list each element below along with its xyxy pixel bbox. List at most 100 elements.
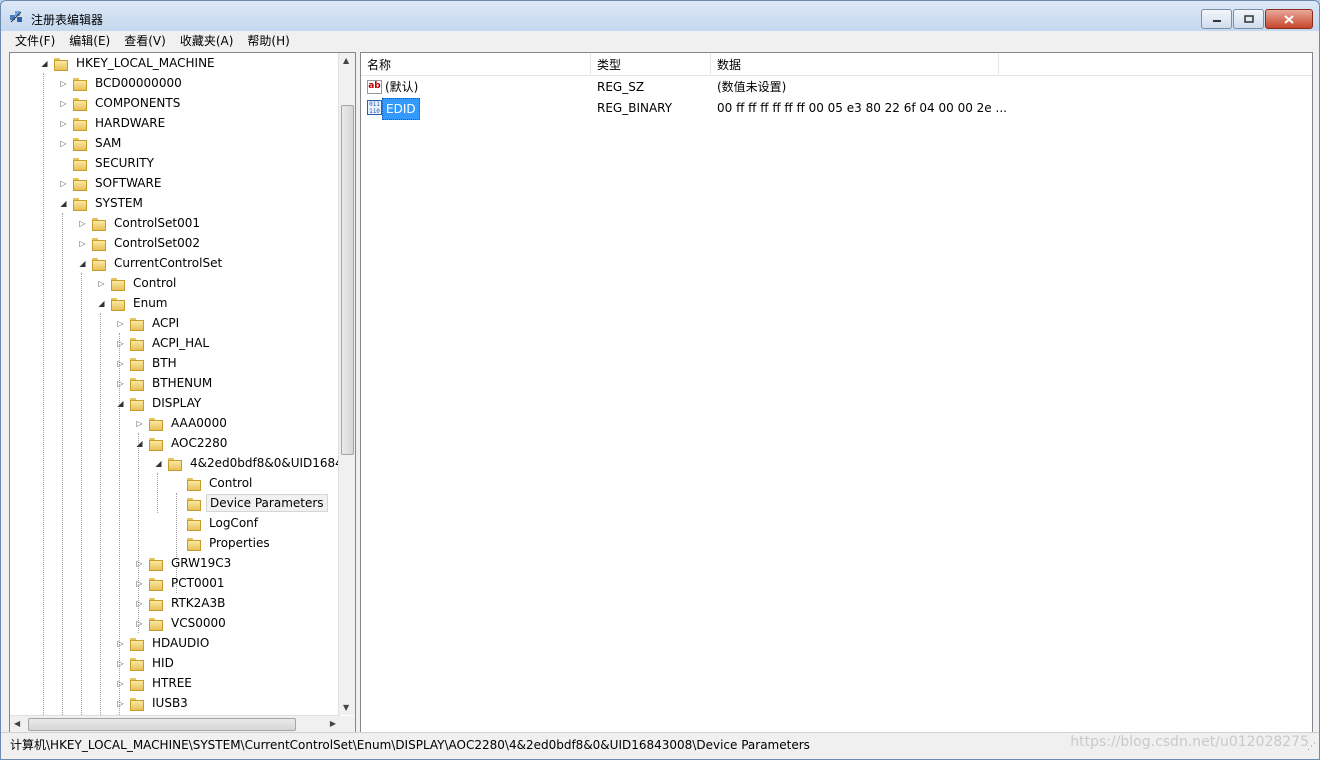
collapse-arrow-icon[interactable]: ◢ bbox=[135, 439, 144, 448]
collapse-arrow-icon[interactable]: ◢ bbox=[97, 299, 106, 308]
expand-arrow-icon[interactable]: ▷ bbox=[59, 119, 68, 128]
tree-horizontal-scrollbar[interactable]: ◀ ▶ bbox=[10, 715, 340, 732]
tree-node[interactable]: ▷ ACPI bbox=[116, 313, 182, 333]
expand-arrow-icon[interactable]: ▷ bbox=[78, 239, 87, 248]
tree-node[interactable]: ▷ VCS0000 bbox=[135, 613, 229, 633]
registry-tree-pane[interactable]: ◢ HKEY_LOCAL_MACHINE ▷ BCD00000000 ▷ COMPONEN… bbox=[9, 52, 356, 733]
collapse-arrow-icon[interactable]: ◢ bbox=[78, 259, 87, 268]
tree-node[interactable]: ▷ IUSB3 bbox=[116, 693, 191, 713]
tree-node[interactable]: ▷ HTREE bbox=[116, 673, 195, 693]
expand-arrow-icon[interactable]: ▷ bbox=[116, 659, 125, 668]
tree-node[interactable]: ▷ BCD00000000 bbox=[59, 73, 185, 93]
expand-arrow-icon[interactable]: ▷ bbox=[135, 419, 144, 428]
value-type: REG_BINARY bbox=[597, 101, 673, 115]
tree-node-label: BCD00000000 bbox=[95, 76, 182, 90]
tree-node[interactable]: ▷ RTK2A3B bbox=[135, 593, 228, 613]
tree-node[interactable]: ▷ GRW19C3 bbox=[135, 553, 234, 573]
column-header-data[interactable]: 数据 bbox=[711, 53, 999, 75]
window-title: 注册表编辑器 bbox=[31, 13, 104, 27]
tree-guide-line bbox=[100, 313, 101, 715]
close-button[interactable] bbox=[1265, 9, 1313, 29]
column-header-type[interactable]: 类型 bbox=[591, 53, 711, 75]
tree-node-label: ControlSet001 bbox=[114, 216, 200, 230]
collapse-arrow-icon[interactable]: ◢ bbox=[40, 59, 49, 68]
scroll-left-icon[interactable]: ◀ bbox=[14, 719, 20, 728]
tree-node[interactable]: LogConf bbox=[173, 513, 261, 533]
menu-view[interactable]: 查看(V) bbox=[117, 31, 173, 51]
tree-vertical-scrollbar[interactable]: ▲ ▼ bbox=[338, 53, 355, 715]
scroll-up-icon[interactable]: ▲ bbox=[343, 56, 349, 65]
expand-arrow-icon[interactable]: ▷ bbox=[59, 179, 68, 188]
expand-arrow-icon[interactable]: ▷ bbox=[59, 79, 68, 88]
folder-icon bbox=[72, 196, 87, 211]
tree-node[interactable]: Properties bbox=[173, 533, 273, 553]
menu-edit[interactable]: 编辑(E) bbox=[62, 31, 117, 51]
column-header-name[interactable]: 名称 bbox=[361, 53, 591, 75]
tree-node[interactable]: ▷ HID bbox=[116, 653, 177, 673]
expand-arrow-icon[interactable]: ▷ bbox=[116, 679, 125, 688]
folder-icon bbox=[186, 496, 201, 511]
tree-node[interactable]: SECURITY bbox=[59, 153, 157, 173]
collapse-arrow-icon[interactable]: ◢ bbox=[116, 399, 125, 408]
tree-node[interactable]: ▷ BTHENUM bbox=[116, 373, 215, 393]
menu-file[interactable]: 文件(F) bbox=[8, 31, 62, 51]
tree-node[interactable]: ▷ ControlSet001 bbox=[78, 213, 203, 233]
menu-help[interactable]: 帮助(H) bbox=[240, 31, 296, 51]
tree-node[interactable]: ▷ SAM bbox=[59, 133, 124, 153]
scroll-down-icon[interactable]: ▼ bbox=[343, 703, 349, 712]
tree-node[interactable]: Device Parameters bbox=[173, 493, 328, 513]
minimize-button[interactable] bbox=[1201, 9, 1232, 29]
collapse-arrow-icon[interactable]: ◢ bbox=[59, 199, 68, 208]
collapse-arrow-icon[interactable]: ◢ bbox=[154, 459, 163, 468]
expand-arrow-icon[interactable]: ▷ bbox=[116, 699, 125, 708]
tree-node[interactable]: ◢ SYSTEM bbox=[59, 193, 146, 213]
folder-icon bbox=[148, 596, 163, 611]
title-bar[interactable]: 注册表编辑器 bbox=[1, 1, 1319, 31]
expand-arrow-icon[interactable]: ▷ bbox=[59, 99, 68, 108]
values-list-pane[interactable]: 名称 类型 数据 ab (默认) REG_SZ (数值未设置) 011 110 … bbox=[360, 52, 1313, 733]
folder-icon bbox=[110, 296, 125, 311]
expand-arrow-icon[interactable]: ▷ bbox=[59, 139, 68, 148]
expand-arrow-icon[interactable]: ▷ bbox=[116, 379, 125, 388]
tree-horizontal-scroll-thumb[interactable] bbox=[28, 718, 296, 731]
tree-node[interactable]: ▷ BTH bbox=[116, 353, 180, 373]
tree-node[interactable]: ▷ PCT0001 bbox=[135, 573, 227, 593]
tree-node[interactable]: ▷ ControlSet002 bbox=[78, 233, 203, 253]
tree-node[interactable]: ▷ ACPI_HAL bbox=[116, 333, 212, 353]
expand-arrow-icon[interactable]: ▷ bbox=[135, 559, 144, 568]
tree-node[interactable]: ◢ HKEY_LOCAL_MACHINE bbox=[40, 53, 218, 73]
resize-grip-icon[interactable]: ⋰ bbox=[1307, 742, 1316, 752]
expand-arrow-icon[interactable]: ▷ bbox=[116, 639, 125, 648]
expand-arrow-icon[interactable]: ▷ bbox=[135, 619, 144, 628]
tree-node-label: ACPI bbox=[152, 316, 180, 330]
tree-node[interactable]: ◢ 4&2ed0bdf8&0&UID1684 bbox=[154, 453, 340, 473]
tree-node-label: CurrentControlSet bbox=[114, 256, 223, 270]
tree-node[interactable]: Control bbox=[173, 473, 255, 493]
folder-icon bbox=[129, 336, 144, 351]
tree-node[interactable]: ◢ CurrentControlSet bbox=[78, 253, 225, 273]
value-data: 00 ff ff ff ff ff ff 00 05 e3 80 22 6f 0… bbox=[717, 101, 1007, 115]
maximize-button[interactable] bbox=[1233, 9, 1264, 29]
expand-arrow-icon[interactable]: ▷ bbox=[97, 279, 106, 288]
expand-arrow-icon[interactable]: ▷ bbox=[116, 339, 125, 348]
value-row-default[interactable]: ab (默认) REG_SZ (数值未设置) bbox=[361, 77, 1312, 97]
tree-node[interactable]: ▷ AAA0000 bbox=[135, 413, 230, 433]
tree-node[interactable]: ▷ COMPONENTS bbox=[59, 93, 183, 113]
expand-arrow-icon[interactable]: ▷ bbox=[116, 359, 125, 368]
scroll-right-icon[interactable]: ▶ bbox=[330, 719, 336, 728]
expand-arrow-icon[interactable]: ▷ bbox=[116, 319, 125, 328]
value-row-edid[interactable]: 011 110 EDID REG_BINARY 00 ff ff ff ff f… bbox=[361, 98, 1312, 120]
expand-arrow-icon[interactable]: ▷ bbox=[135, 599, 144, 608]
menu-favorites[interactable]: 收藏夹(A) bbox=[173, 31, 241, 51]
tree-node[interactable]: ▷ Control bbox=[97, 273, 179, 293]
tree-node[interactable]: ▷ SOFTWARE bbox=[59, 173, 164, 193]
tree-connector bbox=[173, 519, 182, 528]
tree-node[interactable]: ◢ Enum bbox=[97, 293, 170, 313]
expand-arrow-icon[interactable]: ▷ bbox=[78, 219, 87, 228]
tree-node[interactable]: ◢ AOC2280 bbox=[135, 433, 230, 453]
expand-arrow-icon[interactable]: ▷ bbox=[135, 579, 144, 588]
tree-vertical-scroll-thumb[interactable] bbox=[341, 105, 354, 455]
tree-node[interactable]: ◢ DISPLAY bbox=[116, 393, 204, 413]
tree-node[interactable]: ▷ HDAUDIO bbox=[116, 633, 212, 653]
tree-node[interactable]: ▷ HARDWARE bbox=[59, 113, 168, 133]
